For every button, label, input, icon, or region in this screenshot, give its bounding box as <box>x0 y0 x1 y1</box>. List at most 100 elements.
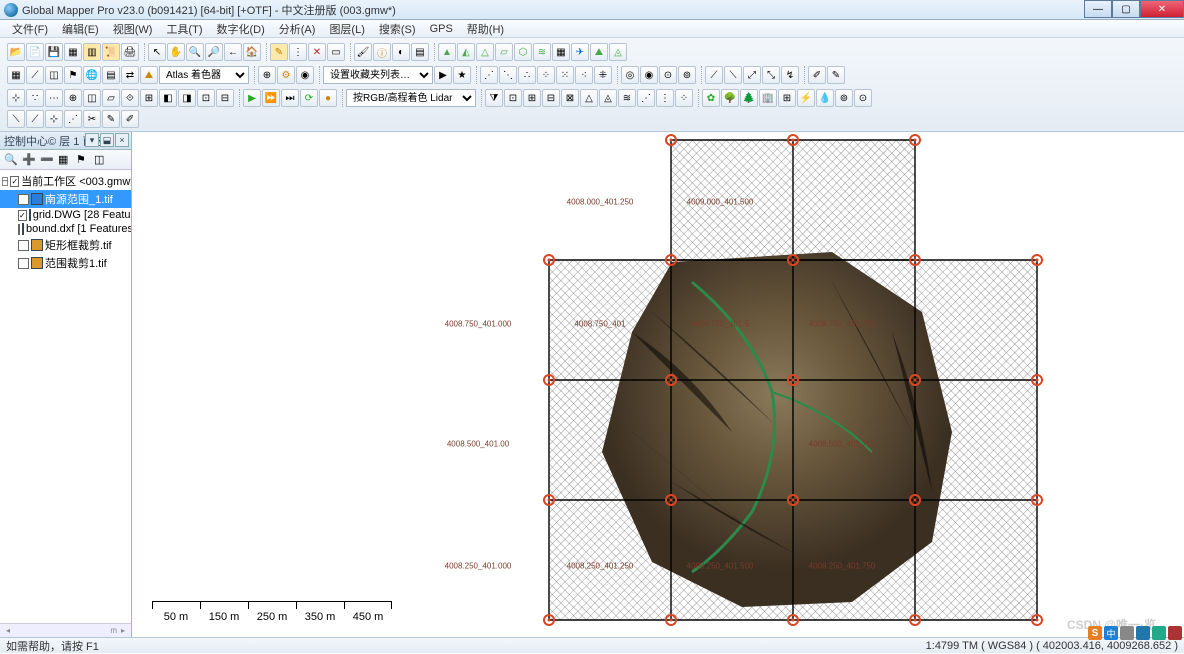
panel-dropdown-button[interactable]: ▾ <box>85 133 99 147</box>
script-button[interactable]: 📜 <box>102 43 120 61</box>
vec-1[interactable]: ⟍ <box>7 110 25 128</box>
open-button[interactable]: 📂 <box>7 43 25 61</box>
config-button[interactable]: ◐ <box>392 43 410 61</box>
cogo-3[interactable]: ⋯ <box>45 89 63 107</box>
select-button[interactable]: ◫ <box>45 66 63 84</box>
feat-2[interactable]: 🌳 <box>721 89 739 107</box>
minimize-button[interactable]: — <box>1084 0 1112 18</box>
zoom-layer-icon[interactable]: 🔍 <box>4 153 18 167</box>
lfilter-3[interactable]: ⤢ <box>743 66 761 84</box>
zoom-in-button[interactable]: 🔍 <box>186 43 204 61</box>
cls-4[interactable]: ⊠ <box>561 89 579 107</box>
refresh-button[interactable]: ⟳ <box>300 89 318 107</box>
cogo-2[interactable]: ∵ <box>26 89 44 107</box>
terrain-9[interactable]: ⛰ <box>590 43 608 61</box>
terrain-8[interactable]: ✈ <box>571 43 589 61</box>
add-layer-icon[interactable]: ➕ <box>22 153 36 167</box>
cogo-6[interactable]: ▱ <box>102 89 120 107</box>
measure-button[interactable]: ⟋ <box>26 66 44 84</box>
cls-6[interactable]: ◬ <box>599 89 617 107</box>
menu-search[interactable]: 搜索(S) <box>373 20 422 38</box>
cogo-4[interactable]: ⊕ <box>64 89 82 107</box>
feat-1[interactable]: ✿ <box>702 89 720 107</box>
edit-2[interactable]: ✎ <box>827 66 845 84</box>
target-2[interactable]: ◉ <box>640 66 658 84</box>
feat-3[interactable]: 🌲 <box>740 89 758 107</box>
terrain-4[interactable]: ▱ <box>495 43 513 61</box>
home-button[interactable]: 🏠 <box>243 43 261 61</box>
disc-button[interactable]: ◉ <box>296 66 314 84</box>
delete-button[interactable]: ✕ <box>308 43 326 61</box>
menu-layer[interactable]: 图层(L) <box>323 20 370 38</box>
edit-1[interactable]: ✐ <box>808 66 826 84</box>
terrain-1[interactable]: ▲ <box>438 43 456 61</box>
atts-button[interactable]: ▦ <box>7 66 25 84</box>
terrain-5[interactable]: ⬡ <box>514 43 532 61</box>
lidar-2[interactable]: ⋱ <box>499 66 517 84</box>
brush-button[interactable]: 🖌 <box>354 43 372 61</box>
cls-5[interactable]: △ <box>580 89 598 107</box>
cls-8[interactable]: ⋰ <box>637 89 655 107</box>
terrain-6[interactable]: ≋ <box>533 43 551 61</box>
cls-2[interactable]: ⊞ <box>523 89 541 107</box>
lfilter-5[interactable]: ↯ <box>781 66 799 84</box>
terrain-3[interactable]: △ <box>476 43 494 61</box>
digitize-button[interactable]: ✎ <box>270 43 288 61</box>
tray-icon-3[interactable] <box>1120 626 1134 640</box>
feat-6[interactable]: ⚡ <box>797 89 815 107</box>
lidar-4[interactable]: ⁘ <box>537 66 555 84</box>
cogo-7[interactable]: ⟐ <box>121 89 139 107</box>
panel-close-button[interactable]: × <box>115 133 129 147</box>
close-button[interactable]: ✕ <box>1140 0 1184 18</box>
map-view[interactable]: 4008.000_401.2504009.000_401.5004008.750… <box>132 132 1184 637</box>
flag-button[interactable]: ⚑ <box>64 66 82 84</box>
layer-flag-icon[interactable]: ⚑ <box>76 153 90 167</box>
vec-5[interactable]: ✂ <box>83 110 101 128</box>
feat-9[interactable]: ⊙ <box>854 89 872 107</box>
cls-10[interactable]: ⁘ <box>675 89 693 107</box>
print-button[interactable]: 🖨 <box>121 43 139 61</box>
lfilter-2[interactable]: ⟍ <box>724 66 742 84</box>
vec-6[interactable]: ✎ <box>102 110 120 128</box>
lidar-3[interactable]: ∴ <box>518 66 536 84</box>
tray-app-icon[interactable]: S <box>1088 626 1102 640</box>
new-button[interactable]: 📄 <box>26 43 44 61</box>
panel-hscroll[interactable]: ◂ m ▸ <box>0 623 131 637</box>
layer-row[interactable]: bound.dxf [1 Features] <box>0 222 131 236</box>
layer-row[interactable]: 范围裁剪1.tif <box>0 254 131 272</box>
filter-button[interactable]: ⧩ <box>485 89 503 107</box>
vec-2[interactable]: ⟋ <box>26 110 44 128</box>
cls-1[interactable]: ⊡ <box>504 89 522 107</box>
tray-ime-icon[interactable]: 中 <box>1104 626 1118 640</box>
save-button[interactable]: 💾 <box>45 43 63 61</box>
layer-filter-icon[interactable]: ◫ <box>94 153 108 167</box>
cls-3[interactable]: ⊟ <box>542 89 560 107</box>
maximize-button[interactable]: ▢ <box>1112 0 1140 18</box>
feat-8[interactable]: ⊚ <box>835 89 853 107</box>
vec-3[interactable]: ⊹ <box>45 110 63 128</box>
collapse-icon[interactable]: – <box>2 177 8 186</box>
layers-button[interactable]: ▦ <box>64 43 82 61</box>
vertex-button[interactable]: ⋮ <box>289 43 307 61</box>
menu-analysis[interactable]: 分析(A) <box>273 20 322 38</box>
vec-4[interactable]: ⋰ <box>64 110 82 128</box>
lfilter-4[interactable]: ⤡ <box>762 66 780 84</box>
favorites-select[interactable]: 设置收藏夹列表… <box>323 66 433 84</box>
terrain-10[interactable]: ◬ <box>609 43 627 61</box>
mountain-icon[interactable]: ⛰ <box>140 66 158 84</box>
root-checkbox[interactable]: ✓ <box>10 176 19 187</box>
snap-button[interactable]: ▭ <box>327 43 345 61</box>
tree-root[interactable]: – ✓ 当前工作区 <003.gmw> <box>0 172 131 190</box>
cogo-12[interactable]: ⊟ <box>216 89 234 107</box>
layer-checkbox[interactable] <box>18 224 20 235</box>
menu-tools[interactable]: 工具(T) <box>160 20 208 38</box>
layer-row[interactable]: 矩形框裁剪.tif <box>0 236 131 254</box>
lidar-1[interactable]: ⋰ <box>480 66 498 84</box>
layers2-button[interactable]: ▤ <box>102 66 120 84</box>
menu-gps[interactable]: GPS <box>424 22 459 36</box>
cogo-11[interactable]: ⊡ <box>197 89 215 107</box>
layer-row[interactable]: ✓grid.DWG [28 Features] <box>0 208 131 222</box>
cls-7[interactable]: ≋ <box>618 89 636 107</box>
zoom-out-button[interactable]: 🔎 <box>205 43 223 61</box>
terrain-7[interactable]: ▦ <box>552 43 570 61</box>
